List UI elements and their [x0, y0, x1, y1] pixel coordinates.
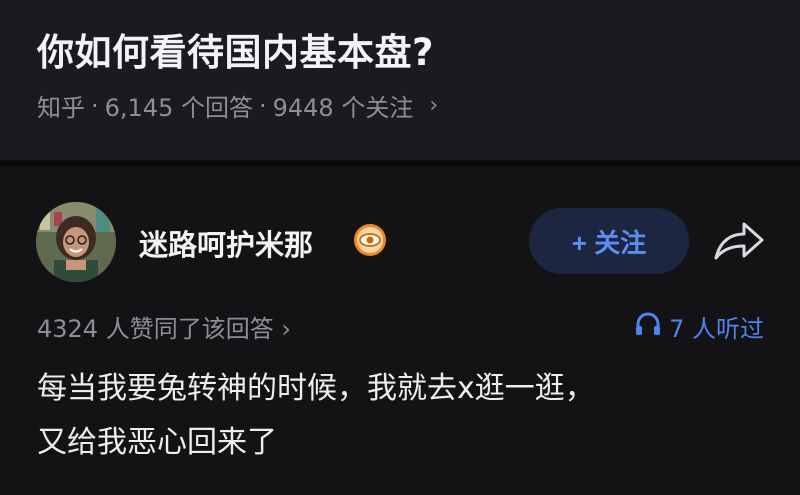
- author-name[interactable]: 迷路呵护米那: [139, 222, 313, 264]
- follow-button[interactable]: + 关注: [529, 208, 689, 274]
- eye-badge-icon: [352, 222, 388, 258]
- question-header: 你如何看待国内基本盘? 知乎 · 6,145 个回答 · 9448 个关注 ›: [0, 0, 800, 160]
- follow-label: + 关注: [571, 227, 647, 258]
- content-line: 每当我要兔转神的时候，我就去x逛一逛，: [37, 371, 595, 406]
- question-meta[interactable]: 知乎 · 6,145 个回答 · 9448 个关注 ›: [37, 88, 438, 123]
- content-line: 又给我恶心回来了: [37, 425, 277, 460]
- question-title[interactable]: 你如何看待国内基本盘?: [37, 22, 434, 76]
- avatar[interactable]: [36, 202, 116, 282]
- section-divider: [0, 160, 800, 166]
- listen-label: 7 人听过: [669, 315, 764, 343]
- chevron-right-icon: ›: [429, 93, 439, 118]
- listen-count[interactable]: 7 人听过: [635, 309, 764, 344]
- agree-count-link[interactable]: 4324 人赞同了该回答 ›: [37, 309, 291, 344]
- answer-content[interactable]: 每当我要兔转神的时候，我就去x逛一逛， 又给我恶心回来了: [37, 362, 777, 470]
- follower-count: 9448 个关注: [272, 94, 414, 122]
- meta-separator: ·: [258, 91, 267, 120]
- headphones-icon: [635, 312, 661, 342]
- answer-count: 6,145 个回答: [104, 94, 253, 122]
- meta-separator: ·: [91, 91, 99, 120]
- source-label: 知乎: [37, 94, 85, 122]
- share-arrow-icon[interactable]: [712, 220, 766, 264]
